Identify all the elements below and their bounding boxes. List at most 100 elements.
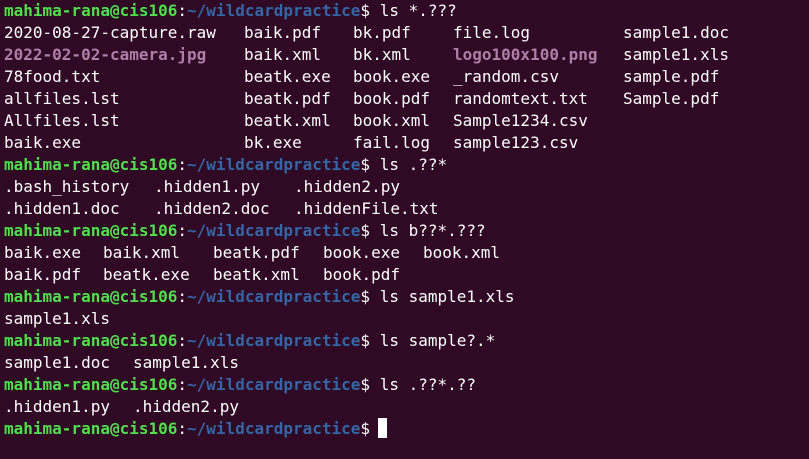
file-entry: _random.csv <box>453 67 559 86</box>
prompt-user-host: mahima-rana@cis106 <box>4 1 178 20</box>
output-line: Allfiles.lst beatk.xml book.xml Sample1234.… <box>4 110 804 132</box>
command-text: ls .??*.?? <box>379 375 477 394</box>
prompt-user-host: mahima-rana@cis106 <box>4 287 178 306</box>
output-line: sample1.xls <box>4 308 804 330</box>
file-entry: book.pdf <box>323 265 401 284</box>
prompt-line: mahima-rana@cis106:~/wildcardpractice$ l… <box>4 374 476 396</box>
file-entry: 2020-08-27-capture.raw <box>4 23 216 42</box>
prompt-separator: : <box>177 287 188 306</box>
output-line: 2022-02-02-camera.jpg baik.xml bk.xml logo1… <box>4 44 804 66</box>
prompt-path: ~/wildcardpractice <box>187 155 361 174</box>
file-entry: Sample.pdf <box>623 89 720 108</box>
file-entry: .hidden1.py <box>154 177 260 196</box>
file-entry: book.xml <box>353 111 431 130</box>
file-entry: Allfiles.lst <box>4 111 120 130</box>
command-text: ls sample1.xls <box>379 287 515 306</box>
file-entry: baik.xml <box>244 45 322 64</box>
file-entry: bk.pdf <box>353 23 411 42</box>
prompt-separator: : <box>177 375 188 394</box>
command-text: ls *.??? <box>379 1 457 20</box>
command-text: ls sample?.* <box>379 331 496 350</box>
file-entry: .bash_history <box>4 177 130 196</box>
file-entry: sample.pdf <box>623 67 720 86</box>
file-entry: bk.exe <box>244 133 302 152</box>
file-entry: .hidden1.doc <box>4 199 120 218</box>
terminal-window[interactable]: mahima-rana@cis106:~/wildcardpractice$ l… <box>0 0 809 459</box>
prompt-line: mahima-rana@cis106:~/wildcardpractice$ l… <box>4 330 495 352</box>
file-entry: allfiles.lst <box>4 89 120 108</box>
file-entry: bk.xml <box>353 45 411 64</box>
prompt-line: mahima-rana@cis106:~/wildcardpractice$ <box>4 418 388 440</box>
image-file-entry: logo100x100.png <box>453 45 598 64</box>
file-entry: beatk.exe <box>103 265 190 284</box>
prompt-user-host: mahima-rana@cis106 <box>4 155 178 174</box>
output-line: 2020-08-27-capture.raw baik.pdf bk.pdf file… <box>4 22 804 44</box>
prompt-symbol: $ <box>360 221 371 240</box>
file-entry: book.xml <box>423 243 501 262</box>
output-line: .hidden1.py .hidden2.py <box>4 396 804 418</box>
prompt-user-host: mahima-rana@cis106 <box>4 419 178 438</box>
file-entry: sample1.xls <box>133 353 239 372</box>
prompt-symbol: $ <box>360 375 371 394</box>
image-file-entry: 2022-02-02-camera.jpg <box>4 45 207 64</box>
prompt-line: mahima-rana@cis106:~/wildcardpractice$ l… <box>4 0 457 22</box>
file-entry: Sample1234.csv <box>453 111 588 130</box>
file-entry: .hiddenFile.txt <box>294 199 439 218</box>
file-entry: .hidden2.py <box>294 177 400 196</box>
prompt-separator: : <box>177 419 188 438</box>
file-entry: baik.pdf <box>4 265 82 284</box>
prompt-separator: : <box>177 221 188 240</box>
file-entry: sample1.doc <box>4 353 110 372</box>
prompt-path: ~/wildcardpractice <box>187 419 361 438</box>
output-line: 78food.txt beatk.exe book.exe _random.csv sa… <box>4 66 804 88</box>
file-entry: file.log <box>453 23 531 42</box>
prompt-user-host: mahima-rana@cis106 <box>4 221 178 240</box>
prompt-symbol: $ <box>360 287 371 306</box>
prompt-symbol: $ <box>360 155 371 174</box>
prompt-user-host: mahima-rana@cis106 <box>4 375 178 394</box>
file-entry: beatk.pdf <box>213 243 300 262</box>
file-entry: beatk.exe <box>244 67 331 86</box>
prompt-path: ~/wildcardpractice <box>187 221 361 240</box>
file-entry: .hidden1.py <box>4 397 110 416</box>
output-line: .hidden1.doc .hidden2.doc .hiddenFile.txt <box>4 198 804 220</box>
file-entry: .hidden2.doc <box>154 199 270 218</box>
file-entry: baik.exe <box>4 133 82 152</box>
prompt-line: mahima-rana@cis106:~/wildcardpractice$ l… <box>4 154 447 176</box>
prompt-symbol: $ <box>360 1 371 20</box>
file-entry: beatk.pdf <box>244 89 331 108</box>
prompt-path: ~/wildcardpractice <box>187 1 361 20</box>
prompt-user-host: mahima-rana@cis106 <box>4 331 178 350</box>
output-line: baik.exe baik.xml beatk.pdf book.exe book.xm… <box>4 242 804 264</box>
file-entry: .hidden2.py <box>133 397 239 416</box>
file-entry: beatk.xml <box>213 265 300 284</box>
file-entry: 78food.txt <box>4 67 101 86</box>
prompt-separator: : <box>177 1 188 20</box>
prompt-path: ~/wildcardpractice <box>187 375 361 394</box>
command-text: ls b??*.??? <box>379 221 486 240</box>
prompt-symbol: $ <box>360 331 371 350</box>
file-entry: sample1.xls <box>4 309 110 328</box>
output-line: baik.pdf beatk.exe beatk.xml book.pdf <box>4 264 804 286</box>
file-entry: baik.xml <box>103 243 181 262</box>
prompt-separator: : <box>177 331 188 350</box>
file-entry: book.pdf <box>353 89 431 108</box>
text-cursor[interactable] <box>378 418 388 438</box>
output-line: .bash_history .hidden1.py .hidden2.py <box>4 176 804 198</box>
file-entry: sample1.xls <box>623 45 729 64</box>
file-entry: baik.pdf <box>244 23 322 42</box>
file-entry: book.exe <box>323 243 401 262</box>
file-entry: sample1.doc <box>623 23 729 42</box>
file-entry: book.exe <box>353 67 431 86</box>
prompt-path: ~/wildcardpractice <box>187 331 361 350</box>
command-text: ls .??* <box>379 155 448 174</box>
output-line: sample1.doc sample1.xls <box>4 352 804 374</box>
file-entry: baik.exe <box>4 243 82 262</box>
file-entry: beatk.xml <box>244 111 331 130</box>
file-entry: randomtext.txt <box>453 89 588 108</box>
output-line: baik.exe bk.exe fail.log sample123.csv <box>4 132 804 154</box>
prompt-separator: : <box>177 155 188 174</box>
prompt-path: ~/wildcardpractice <box>187 287 361 306</box>
prompt-symbol: $ <box>360 419 371 438</box>
prompt-line: mahima-rana@cis106:~/wildcardpractice$ l… <box>4 220 486 242</box>
